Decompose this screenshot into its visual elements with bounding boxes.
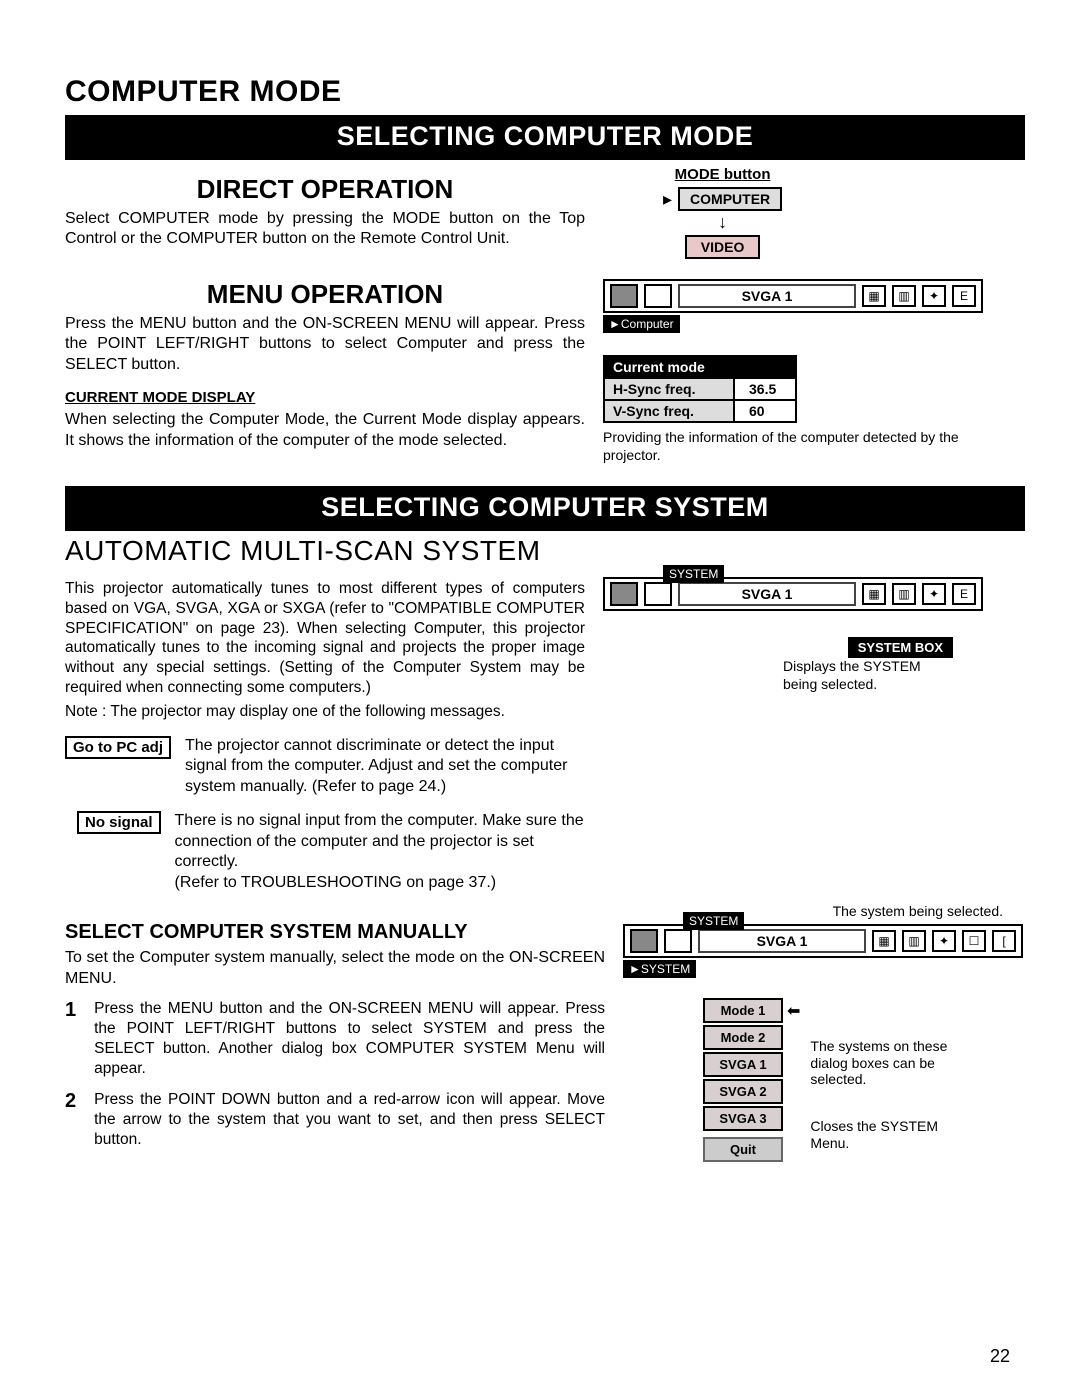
- current-mode-display-heading: CURRENT MODE DISPLAY: [65, 389, 585, 406]
- mode-item: SVGA 3: [703, 1106, 783, 1131]
- mode-item: SVGA 2: [703, 1079, 783, 1104]
- section-bar-selecting-system: SELECTING COMPUTER SYSTEM: [65, 486, 1025, 531]
- menu-smallbox-icon: ▦: [862, 285, 886, 307]
- menu-smallbox-icon: ▦: [872, 930, 896, 952]
- mode-item: Mode 1: [703, 998, 783, 1023]
- menu-smallbox-icon: ✦: [932, 930, 956, 952]
- message-go-to-pc-adj: Go to PC adj The projector cannot discri…: [65, 736, 585, 797]
- callout-closes-menu: Closes the SYSTEM Menu.: [810, 1118, 980, 1152]
- heading-auto-multiscan: AUTOMATIC MULTI-SCAN SYSTEM: [65, 535, 1025, 567]
- system-box-label: SYSTEM BOX: [848, 637, 953, 658]
- menu-label-svga: SVGA 1: [678, 284, 856, 308]
- arrow-right-icon: ▸: [663, 190, 672, 208]
- menu-bar-mock-computer: SVGA 1 ▦ ▥ ✦ E: [603, 279, 983, 313]
- menu-smallbox-icon: ✦: [922, 583, 946, 605]
- menu-smallbox-icon: E: [952, 285, 976, 307]
- mode-quit: Quit: [703, 1137, 783, 1162]
- menu-smallbox-icon: ☐: [962, 930, 986, 952]
- menu-icon: [644, 582, 672, 606]
- menu-tag-computer: ►Computer: [603, 315, 680, 333]
- callout-systems-selectable: The systems on these dialog boxes can be…: [810, 1038, 960, 1088]
- menu-icon: [610, 284, 638, 308]
- arrow-down-icon: ↓: [663, 213, 782, 231]
- message-no-signal: No signal There is no signal input from …: [65, 811, 585, 893]
- mode-button-title: MODE button: [663, 166, 782, 183]
- step-number: 2: [65, 1090, 76, 1150]
- current-mode-display-body: When selecting the Computer Mode, the Cu…: [65, 410, 585, 451]
- mode-item: Mode 2: [703, 1025, 783, 1050]
- mode-list: Mode 1 ⬅ Mode 2 SVGA 1 SVGA 2 SVGA 3 Qui…: [703, 998, 800, 1162]
- menu-smallbox-icon: [: [992, 930, 1016, 952]
- manual-body: To set the Computer system manually, sel…: [65, 948, 605, 989]
- step-1: 1 Press the MENU button and the ON-SCREE…: [65, 999, 605, 1080]
- cm-hsync-value: 36.5: [735, 377, 795, 399]
- chip-video: VIDEO: [685, 235, 761, 259]
- msg1-text: The projector cannot discriminate or det…: [185, 736, 585, 797]
- menu-smallbox-icon: ▥: [902, 930, 926, 952]
- page-title: COMPUTER MODE: [65, 75, 1025, 109]
- auto-body: This projector automatically tunes to mo…: [65, 579, 585, 698]
- menu-smallbox-icon: E: [952, 583, 976, 605]
- msg2-text: There is no signal input from the comput…: [175, 811, 585, 893]
- menu-label-svga: SVGA 1: [678, 582, 856, 606]
- menu-smallbox-icon: ✦: [922, 285, 946, 307]
- pointer-left-icon: ⬅: [787, 1001, 800, 1021]
- menu-tag-system: ►SYSTEM: [623, 960, 696, 978]
- system-box-note: Displays the SYSTEM being selected.: [783, 658, 953, 693]
- heading-menu-operation: MENU OPERATION: [65, 279, 585, 310]
- step-2: 2 Press the POINT DOWN button and a red-…: [65, 1090, 605, 1150]
- cm-hsync-label: H-Sync freq.: [605, 377, 735, 399]
- heading-select-manually: SELECT COMPUTER SYSTEM MANUALLY: [65, 921, 605, 944]
- mode-item: SVGA 1: [703, 1052, 783, 1077]
- boxed-label-no-signal: No signal: [77, 811, 161, 834]
- step1-text: Press the MENU button and the ON-SCREEN …: [94, 999, 605, 1080]
- direct-operation-body: Select COMPUTER mode by pressing the MOD…: [65, 209, 585, 250]
- menu-bar-mock-system: SVGA 1 ▦ ▥ ✦ E: [603, 577, 983, 611]
- menu-icon: [664, 929, 692, 953]
- menu-smallbox-icon: ▦: [862, 583, 886, 605]
- menu-label-svga: SVGA 1: [698, 929, 866, 953]
- cm-footnote: Providing the information of the compute…: [603, 429, 983, 464]
- step-number: 1: [65, 999, 76, 1080]
- auto-note: Note : The projector may display one of …: [65, 702, 585, 722]
- menu-icon: [610, 582, 638, 606]
- heading-direct-operation: DIRECT OPERATION: [65, 174, 585, 205]
- menu-smallbox-icon: ▥: [892, 583, 916, 605]
- page-number: 22: [990, 1346, 1010, 1367]
- cm-vsync-label: V-Sync freq.: [605, 399, 735, 421]
- cm-header: Current mode: [605, 357, 795, 377]
- boxed-label-go-to-pc-adj: Go to PC adj: [65, 736, 171, 759]
- menu-icon: [630, 929, 658, 953]
- system-tag: SYSTEM: [683, 912, 744, 930]
- cm-vsync-value: 60: [735, 399, 795, 421]
- system-tag: SYSTEM: [663, 565, 724, 583]
- menu-operation-body: Press the MENU button and the ON-SCREEN …: [65, 314, 585, 375]
- mode-button-diagram: MODE button ▸ COMPUTER ↓ VIDEO: [663, 166, 782, 259]
- current-mode-table: Current mode H-Sync freq. 36.5 V-Sync fr…: [603, 355, 797, 423]
- chip-computer: COMPUTER: [678, 187, 782, 211]
- menu-smallbox-icon: ▥: [892, 285, 916, 307]
- section-bar-selecting-mode: SELECTING COMPUTER MODE: [65, 115, 1025, 160]
- menu-icon: [644, 284, 672, 308]
- step2-text: Press the POINT DOWN button and a red-ar…: [94, 1090, 605, 1150]
